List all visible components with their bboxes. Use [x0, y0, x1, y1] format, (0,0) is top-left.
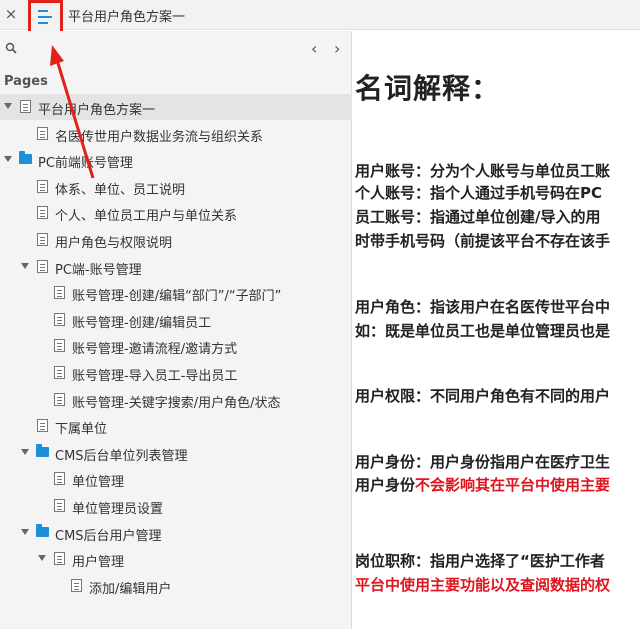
tree-item[interactable]: 名医传世用户数据业务流与组织关系 [0, 121, 352, 147]
body-text: 用户身份 [355, 476, 416, 494]
page-icon [54, 392, 65, 406]
page-icon [37, 179, 48, 193]
tree-item[interactable]: PC端-账号管理 [0, 254, 352, 280]
expand-arrow-icon[interactable] [21, 528, 29, 535]
tree-item-label: 用户角色与权限说明 [55, 236, 173, 251]
tree-item[interactable]: 单位管理 [0, 466, 352, 492]
tree-item-label: 个人、单位员工用户与单位关系 [55, 209, 238, 225]
tree-item[interactable]: 体系、单位、员工说明 [0, 174, 352, 200]
page-icon [37, 233, 48, 246]
expand-arrow-icon[interactable] [21, 262, 29, 269]
tree-item[interactable]: 账号管理-创建/编辑员工 [0, 307, 352, 333]
tree-item[interactable]: 个人、单位员工用户与单位关系 [0, 200, 352, 226]
expand-arrow-icon[interactable] [21, 448, 29, 455]
content-line: 个人账号：指个人通过手机号码在PC [355, 183, 602, 203]
content-line: 用户身份不会影响其在平台中使用主要 [355, 475, 610, 495]
page-title: 平台用户角色方案一 [68, 10, 186, 25]
content-line: 如：既是单位员工也是单位管理员也是 [355, 321, 610, 341]
tree-item-label: 账号管理-创建/编辑员工 [72, 315, 212, 331]
tree-item-label: PC端-账号管理 [55, 262, 142, 278]
sidebar-search-row: ‹ › [0, 39, 352, 61]
tree-item[interactable]: 用户管理 [0, 546, 352, 572]
tree-item[interactable]: 平台用户角色方案一 [0, 94, 352, 120]
folder-icon [19, 151, 32, 165]
page-icon [37, 419, 48, 433]
tree-item[interactable]: CMS后台单位列表管理 [0, 440, 352, 466]
page-icon [54, 312, 65, 326]
page-icon [54, 339, 65, 353]
tree-item-label: 账号管理-关键字搜索/用户角色/状态 [72, 395, 281, 411]
tree-item-label: 平台用户角色方案一 [38, 103, 156, 118]
tree-item-label: 单位管理员设置 [72, 502, 164, 517]
close-icon[interactable]: × [3, 5, 19, 23]
content-line: 平台中使用主要功能以及查阅数据的权 [355, 575, 610, 595]
page-icon [37, 126, 48, 140]
highlighted-text: 平台中使用主要功能以及查阅数据的权 [355, 576, 611, 594]
search-icon[interactable] [5, 42, 17, 54]
top-bar: × 平台用户角色方案一 [0, 0, 640, 34]
sitemap-sidebar: ‹ › Pages 平台用户角色方案一名医传世用户数据业务流与组织关系 PC前端账… [0, 31, 352, 629]
tree-item-label: 用户管理 [72, 555, 125, 571]
tree-item[interactable]: 单位管理员设置 [0, 493, 352, 519]
expand-arrow-icon[interactable] [4, 156, 12, 163]
tree-item-label: 账号管理-创建/编辑“部门”/“子部门” [72, 289, 282, 305]
content-line: 用户账号：分为个人账号与单位员工账 [355, 161, 610, 181]
tree-item-label: 下属单位 [55, 422, 108, 438]
body-text: 个人账号：指个人通过手机号码在PC [355, 184, 603, 202]
content-line: 用户身份：用户身份指用户在医疗卫生 [355, 452, 610, 472]
content-line: 用户权限：不同用户角色有不同的用户 [355, 386, 610, 406]
tree-item-label: CMS后台用户管理 [55, 528, 162, 544]
next-page-button[interactable]: › [334, 39, 346, 58]
folder-icon [36, 443, 49, 457]
body-text: 岗位职称：指用户选择了“医护工作者 [355, 552, 605, 570]
previous-page-button[interactable]: ‹ [311, 39, 323, 58]
tree-item[interactable]: PC前端账号管理 [0, 147, 352, 173]
content-line: 时带手机号码（前提该平台不存在该手 [355, 231, 610, 251]
tree-item-label: 账号管理-邀请流程/邀请方式 [72, 342, 238, 358]
page-icon [37, 259, 48, 273]
tree-item[interactable]: 下属单位 [0, 413, 352, 439]
content-line: 岗位职称：指用户选择了“医护工作者 [355, 551, 605, 571]
tree-item-label: 账号管理-导入员工-导出员工 [72, 369, 238, 384]
tree-item-label: 体系、单位、员工说明 [55, 182, 186, 198]
body-text: 员工账号：指通过单位创建/导入的用 [355, 208, 601, 226]
content-line: 员工账号：指通过单位创建/导入的用 [355, 207, 600, 227]
tree-item[interactable]: 用户角色与权限说明 [0, 227, 352, 253]
tree-item[interactable]: 账号管理-创建/编辑“部门”/“子部门” [0, 280, 352, 306]
expand-arrow-icon[interactable] [38, 555, 46, 562]
tree-item-label: 添加/编辑用户 [89, 581, 172, 597]
page-icon [54, 286, 65, 300]
page-icon [54, 366, 65, 379]
body-text: 用户权限：不同用户角色有不同的用户 [355, 387, 611, 405]
tree-item[interactable]: CMS后台用户管理 [0, 520, 352, 546]
content-line: 用户角色：指该用户在名医传世平台中 [355, 297, 610, 317]
tree-item-label: CMS后台单位列表管理 [55, 448, 188, 464]
page-icon [54, 552, 65, 566]
body-text: 用户角色：指该用户在名医传世平台中 [355, 298, 611, 316]
body-text: 用户账号：分为个人账号与单位员工账 [355, 162, 611, 180]
page-icon [54, 499, 65, 512]
page-content: 名词解释： 用户账号：分为个人账号与单位员工账 个人账号：指个人通过手机号码在PC… [353, 31, 640, 629]
page-icon [20, 100, 31, 113]
tree-item[interactable]: 添加/编辑用户 [0, 573, 352, 599]
body-text: 用户身份：用户身份指用户在医疗卫生 [355, 453, 611, 471]
expand-arrow-icon[interactable] [4, 103, 12, 109]
page-icon [37, 206, 48, 220]
tree-item-label: PC前端账号管理 [38, 156, 133, 172]
tree-item-label: 名医传世用户数据业务流与组织关系 [55, 129, 264, 145]
folder-icon [36, 523, 49, 537]
tree-item-label: 单位管理 [72, 475, 125, 491]
page-icon [54, 472, 65, 486]
page-icon [71, 578, 82, 592]
highlighted-text: 不会影响其在平台中使用主要 [415, 476, 611, 494]
hamburger-menu-icon [38, 10, 52, 24]
sitemap-toggle-button[interactable] [28, 0, 63, 34]
tree-item[interactable]: 账号管理-关键字搜索/用户角色/状态 [0, 387, 352, 413]
body-text: 时带手机号码（前提该平台不存在该手 [355, 232, 611, 250]
content-heading: 名词解释： [355, 72, 501, 105]
pages-section-label: Pages [4, 74, 48, 89]
tree-item[interactable]: 账号管理-导入员工-导出员工 [0, 360, 352, 386]
body-text: 如：既是单位员工也是单位管理员也是 [355, 322, 611, 340]
tree-item[interactable]: 账号管理-邀请流程/邀请方式 [0, 333, 352, 359]
